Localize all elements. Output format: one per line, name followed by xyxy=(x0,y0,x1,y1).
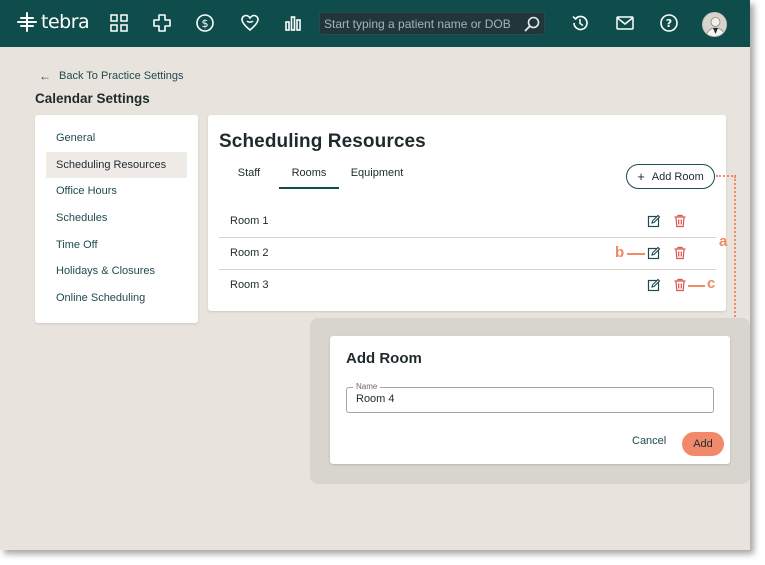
arrow-left-icon: ← xyxy=(39,69,51,83)
room-name-field: Name xyxy=(346,382,714,413)
help-icon[interactable]: ? xyxy=(658,12,680,34)
back-to-practice-settings-link[interactable]: ← Back To Practice Settings xyxy=(39,69,184,83)
grid-apps-icon[interactable] xyxy=(108,12,130,34)
cancel-button[interactable]: Cancel xyxy=(632,435,666,447)
app-window: tebra $ ? xyxy=(0,0,750,550)
sidebar-item-holidays-closures[interactable]: Holidays & Closures xyxy=(46,258,187,284)
room-name: Room 3 xyxy=(230,279,269,291)
trash-icon[interactable] xyxy=(673,278,687,292)
tab-staff[interactable]: Staff xyxy=(224,162,274,189)
add-room-button[interactable]: + Add Room xyxy=(626,164,715,189)
table-row: Room 3 xyxy=(219,270,716,302)
annotation-b-label: b xyxy=(615,244,625,261)
back-link-label: Back To Practice Settings xyxy=(59,70,184,82)
edit-icon[interactable] xyxy=(647,278,661,292)
room-name-field-label: Name xyxy=(353,382,381,391)
settings-sidebar: General Scheduling Resources Office Hour… xyxy=(35,115,198,323)
annotation-c-line xyxy=(688,285,705,287)
annotation-b-line xyxy=(627,253,645,255)
add-button[interactable]: Add xyxy=(682,432,724,456)
sidebar-item-schedules[interactable]: Schedules xyxy=(46,205,187,231)
sidebar-item-online-scheduling[interactable]: Online Scheduling xyxy=(46,285,187,311)
annotation-c-label: c xyxy=(707,275,716,292)
tab-equipment[interactable]: Equipment xyxy=(344,162,410,189)
annotation-a-dotted-line xyxy=(734,176,736,317)
add-room-dialog: Add Room Name Cancel Add xyxy=(330,336,730,464)
edit-icon[interactable] xyxy=(647,246,661,260)
sidebar-item-time-off[interactable]: Time Off xyxy=(46,232,187,258)
tebra-logo-mark-icon xyxy=(17,12,37,32)
patient-search[interactable] xyxy=(319,12,545,35)
tebra-logo[interactable]: tebra xyxy=(16,11,90,33)
tab-rooms[interactable]: Rooms xyxy=(279,162,339,189)
edit-icon[interactable] xyxy=(647,214,661,228)
sidebar-item-general[interactable]: General xyxy=(46,125,187,151)
section-title: Scheduling Resources xyxy=(219,131,426,152)
bar-chart-icon[interactable] xyxy=(282,12,304,34)
annotation-a-connector xyxy=(716,175,736,177)
room-name: Room 2 xyxy=(230,247,269,259)
scheduling-resources-panel: Scheduling Resources Staff Rooms Equipme… xyxy=(208,115,726,311)
history-icon[interactable] xyxy=(569,12,591,34)
page-title: Calendar Settings xyxy=(35,91,150,106)
user-avatar[interactable] xyxy=(702,12,727,37)
svg-text:?: ? xyxy=(666,17,672,30)
plus-icon: + xyxy=(637,169,645,184)
medical-cross-icon[interactable] xyxy=(151,12,173,34)
annotation-a-label: a xyxy=(719,233,728,250)
svg-text:$: $ xyxy=(202,17,209,30)
sidebar-item-scheduling-resources[interactable]: Scheduling Resources xyxy=(46,152,187,178)
heart-hand-icon[interactable] xyxy=(239,12,261,34)
room-name: Room 1 xyxy=(230,215,269,227)
trash-icon[interactable] xyxy=(673,246,687,260)
room-name-input[interactable] xyxy=(356,393,696,405)
mail-icon[interactable] xyxy=(614,12,636,34)
trash-icon[interactable] xyxy=(673,214,687,228)
search-icon[interactable] xyxy=(523,15,541,33)
sidebar-item-office-hours[interactable]: Office Hours xyxy=(46,178,187,204)
patient-search-input[interactable] xyxy=(324,15,514,33)
add-room-button-label: Add Room xyxy=(651,170,704,183)
dialog-title: Add Room xyxy=(346,350,422,367)
dollar-icon[interactable]: $ xyxy=(194,12,216,34)
brand-name: tebra xyxy=(41,11,90,33)
top-navigation-bar: tebra $ ? xyxy=(0,0,750,47)
table-row: Room 1 xyxy=(219,206,716,238)
